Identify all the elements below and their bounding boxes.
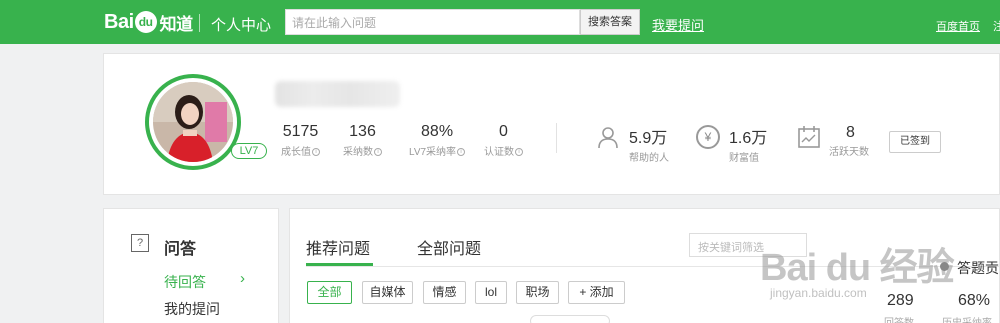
certified-label: 认证数 — [484, 147, 514, 158]
tab-all-questions[interactable]: 全部问题 — [417, 235, 481, 259]
stat-adopted: 136 采纳数 i — [343, 123, 382, 158]
adoption-rate-value: 88% — [421, 123, 454, 140]
certified-value: 0 — [499, 123, 508, 140]
tab-recommended[interactable]: 推荐问题 — [306, 235, 370, 259]
tab-active-indicator — [306, 263, 373, 266]
baidu-zhidao-logo[interactable]: Bai du 知道 — [104, 9, 193, 35]
contribution-icon — [940, 262, 949, 271]
info-icon[interactable]: i — [515, 148, 523, 157]
info-icon[interactable]: i — [374, 148, 382, 157]
adoption-history-label: 历史采纳率 — [942, 314, 992, 323]
search-input[interactable]: 请在此输入问题 — [285, 9, 580, 35]
active-days-value: 8 — [846, 124, 855, 141]
signed-in-button[interactable]: 已签到 — [889, 131, 941, 153]
wealth-yen-icon: ¥ — [696, 125, 720, 149]
partial-element — [530, 315, 610, 323]
logo-suffix: 知道 — [159, 14, 194, 34]
calendar-icon — [797, 125, 821, 149]
sidebar-title: 问答 — [164, 241, 197, 258]
logo-text: Bai — [104, 10, 134, 33]
watermark-url: jingyan.baidu.com — [770, 286, 867, 300]
add-tag-button[interactable]: + 添加 — [568, 281, 625, 304]
adoption-rate-history: 68% — [958, 292, 991, 309]
info-icon[interactable]: i — [312, 148, 320, 157]
stats-divider — [556, 123, 557, 153]
sidebar-item-my-questions[interactable]: 我的提问 — [164, 299, 220, 319]
info-icon[interactable]: i — [457, 148, 466, 157]
chevron-right-icon: › — [240, 270, 245, 287]
active-days-stat: 8 活跃天数 — [829, 124, 869, 158]
question-icon: ? — [131, 234, 149, 252]
wealth-stat: 1.6万 财富值 — [729, 124, 767, 164]
active-days-label: 活跃天数 — [829, 147, 869, 158]
avatar[interactable] — [153, 82, 233, 162]
adoption-rate-label: LV7采纳率 — [409, 147, 457, 158]
watermark-logo: Bai du 经验 — [760, 247, 955, 289]
helped-label: 帮助的人 — [629, 153, 669, 164]
growth-label: 成长值 — [281, 147, 311, 158]
baidu-home-link[interactable]: 百度首页 — [936, 18, 980, 34]
answers-count: 289 — [887, 292, 914, 309]
growth-value: 5175 — [282, 123, 319, 140]
helped-stat: 5.9万 帮助的人 — [629, 124, 669, 164]
sidebar-item-to-answer[interactable]: 待回答 — [164, 272, 206, 292]
helped-value: 5.9万 — [629, 130, 668, 147]
adopted-value: 136 — [349, 123, 376, 140]
contribution-title: 答题贡 — [957, 260, 999, 276]
level-badge: LV7 — [231, 143, 267, 159]
person-icon — [596, 125, 620, 149]
stat-growth: 5175 成长值 i — [281, 123, 320, 158]
stat-certified: 0 认证数 i — [484, 123, 523, 158]
stat-adoption-rate: 88% LV7采纳率 i — [409, 123, 466, 158]
page-title: 个人中心 — [211, 17, 272, 34]
answers-label: 回答数 — [884, 314, 914, 323]
paw-icon: du — [134, 11, 157, 33]
search-button[interactable]: 搜索答案 — [580, 9, 640, 35]
chip-workplace[interactable]: 职场 — [516, 281, 559, 304]
logo-divider — [199, 14, 200, 32]
chip-lol[interactable]: lol — [475, 281, 507, 304]
chip-emotion[interactable]: 情感 — [423, 281, 466, 304]
username-blurred — [275, 81, 400, 107]
logout-link[interactable]: 注 — [993, 18, 1000, 34]
chip-self-media[interactable]: 自媒体 — [362, 281, 413, 304]
wealth-value: 1.6万 — [729, 130, 768, 147]
wealth-label: 财富值 — [729, 153, 759, 164]
chip-all[interactable]: 全部 — [307, 281, 352, 304]
adopted-label: 采纳数 — [343, 147, 373, 158]
ask-question-link[interactable]: 我要提问 — [652, 15, 704, 34]
